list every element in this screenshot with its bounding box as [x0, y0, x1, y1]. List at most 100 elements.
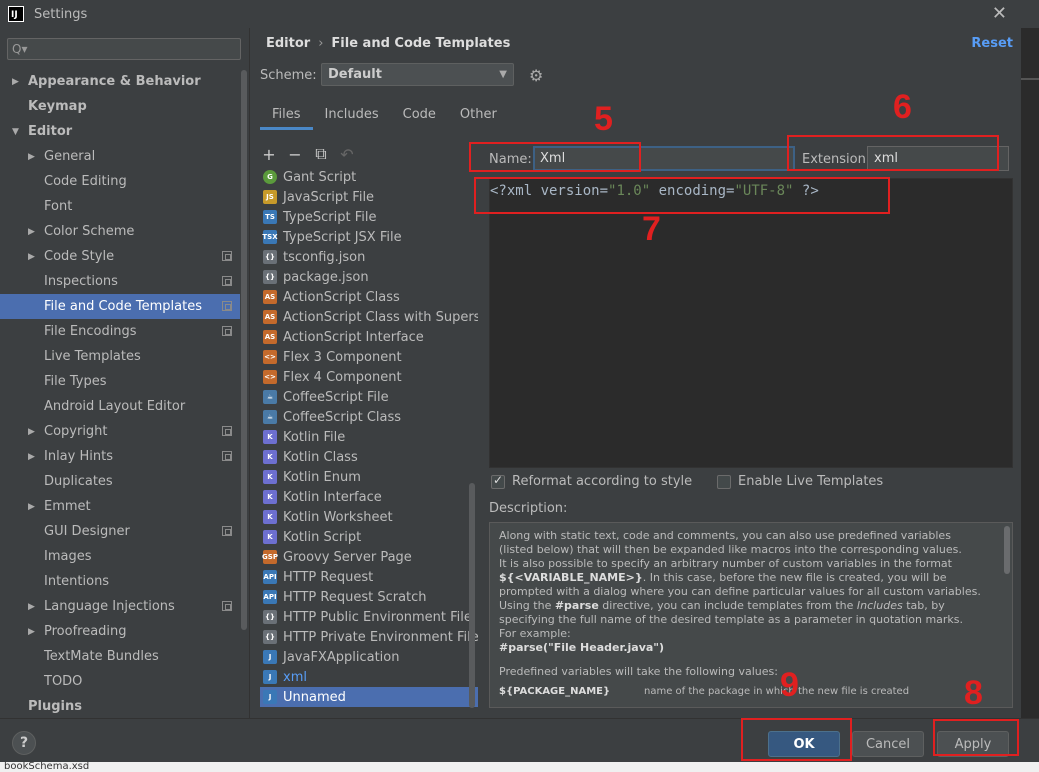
sidebar-item-inspections[interactable]: Inspections	[0, 269, 240, 294]
collapsed-arrow-icon[interactable]: ▶	[28, 227, 35, 237]
sidebar-item-textmate-bundles[interactable]: TextMate Bundles	[0, 644, 240, 669]
list-item[interactable]: {} HTTP Public Environment File	[260, 607, 478, 627]
list-item[interactable]: GSP Groovy Server Page	[260, 547, 478, 567]
sidebar-item-file-types[interactable]: File Types	[0, 369, 240, 394]
list-item[interactable]: API HTTP Request Scratch	[260, 587, 478, 607]
list-item[interactable]: K Kotlin Interface	[260, 487, 478, 507]
description-scrollbar[interactable]	[1004, 526, 1010, 574]
reformat-checkbox[interactable]	[491, 473, 505, 489]
live-templates-checkbox[interactable]	[717, 474, 731, 489]
sidebar-item-appearance-behavior[interactable]: ▶ Appearance & Behavior	[0, 69, 240, 94]
scheme-dropdown[interactable]: Default ▼	[321, 63, 514, 86]
list-item[interactable]: {} HTTP Private Environment File	[260, 627, 478, 647]
sidebar-item-code-style[interactable]: ▶ Code Style	[0, 244, 240, 269]
file-type-icon: G	[263, 170, 277, 184]
reformat-checkbox-row[interactable]: Reformat according to style	[491, 473, 692, 489]
collapsed-arrow-icon[interactable]: ▶	[28, 502, 35, 512]
cancel-button[interactable]: Cancel	[852, 731, 924, 757]
sidebar-item-keymap[interactable]: Keymap	[0, 94, 240, 119]
list-item[interactable]: {} package.json	[260, 267, 478, 287]
file-type-icon: K	[263, 530, 277, 544]
list-item[interactable]: J Unnamed	[260, 687, 478, 707]
sidebar-item-duplicates[interactable]: Duplicates	[0, 469, 240, 494]
list-item[interactable]: K Kotlin Worksheet	[260, 507, 478, 527]
description-line: prompted with a dialog where you can def…	[499, 585, 981, 598]
sidebar-item-todo[interactable]: TODO	[0, 669, 240, 694]
sidebar-item-label: File Types	[44, 374, 107, 389]
reset-link[interactable]: Reset	[971, 36, 1013, 51]
project-scope-icon	[222, 426, 232, 436]
list-item[interactable]: API HTTP Request	[260, 567, 478, 587]
list-item[interactable]: TSX TypeScript JSX File	[260, 227, 478, 247]
sidebar-item-plugins[interactable]: Plugins	[0, 694, 240, 719]
list-item[interactable]: K Kotlin Enum	[260, 467, 478, 487]
live-templates-checkbox-row[interactable]: Enable Live Templates	[717, 474, 883, 489]
list-item[interactable]: J JavaFXApplication	[260, 647, 478, 667]
sidebar-scrollbar[interactable]	[241, 70, 247, 630]
sidebar-item-copyright[interactable]: ▶ Copyright	[0, 419, 240, 444]
list-item[interactable]: G Gant Script	[260, 167, 478, 187]
tab-code[interactable]: Code	[391, 106, 448, 130]
list-item[interactable]: AS ActionScript Interface	[260, 327, 478, 347]
collapsed-arrow-icon[interactable]: ▶	[28, 427, 35, 437]
sidebar-item-language-injections[interactable]: ▶ Language Injections	[0, 594, 240, 619]
close-icon[interactable]: ✕	[992, 3, 1007, 24]
collapsed-arrow-icon[interactable]: ▶	[28, 602, 35, 612]
gear-icon[interactable]: ⚙	[529, 66, 543, 85]
list-item[interactable]: TS TypeScript File	[260, 207, 478, 227]
sidebar-item-emmet[interactable]: ▶ Emmet	[0, 494, 240, 519]
template-list-scrollbar[interactable]	[469, 483, 475, 708]
tab-includes[interactable]: Includes	[313, 106, 391, 130]
help-icon[interactable]: ?	[12, 731, 36, 755]
list-item[interactable]: {} tsconfig.json	[260, 247, 478, 267]
sidebar-item-file-encodings[interactable]: File Encodings	[0, 319, 240, 344]
collapsed-arrow-icon[interactable]: ▶	[28, 452, 35, 462]
sidebar-item-editor[interactable]: ▼ Editor	[0, 119, 240, 144]
template-name: Flex 3 Component	[283, 349, 402, 365]
sidebar-item-general[interactable]: ▶ General	[0, 144, 240, 169]
expanded-arrow-icon[interactable]: ▼	[12, 127, 19, 137]
sidebar-item-android-layout-editor[interactable]: Android Layout Editor	[0, 394, 240, 419]
sidebar-item-proofreading[interactable]: ▶ Proofreading	[0, 619, 240, 644]
list-item[interactable]: Jxml	[260, 667, 478, 687]
sidebar-item-intentions[interactable]: Intentions	[0, 569, 240, 594]
template-editor[interactable]: <?xml version="1.0" encoding="UTF-8" ?>	[489, 178, 1013, 468]
collapsed-arrow-icon[interactable]: ▶	[28, 627, 35, 637]
sidebar-item-images[interactable]: Images	[0, 544, 240, 569]
reset-icon[interactable]: ↶	[339, 145, 355, 164]
list-item[interactable]: JS JavaScript File	[260, 187, 478, 207]
sidebar-item-label: Proofreading	[44, 624, 127, 639]
description-line: specifying the full name of the desired …	[499, 613, 964, 626]
sidebar-item-file-and-code-templates[interactable]: File and Code Templates	[0, 294, 240, 319]
sidebar-item-font[interactable]: Font	[0, 194, 240, 219]
tab-other[interactable]: Other	[448, 106, 509, 130]
list-item[interactable]: ☕ CoffeeScript Class	[260, 407, 478, 427]
add-icon[interactable]: +	[261, 145, 277, 164]
list-item[interactable]: <> Flex 3 Component	[260, 347, 478, 367]
collapsed-arrow-icon[interactable]: ▶	[12, 77, 19, 87]
sidebar-item-inlay-hints[interactable]: ▶ Inlay Hints	[0, 444, 240, 469]
tab-files[interactable]: Files	[260, 106, 313, 130]
description-text: directive, you can include templates fro…	[598, 599, 857, 612]
sidebar-item-gui-designer[interactable]: GUI Designer	[0, 519, 240, 544]
list-item[interactable]: K Kotlin Class	[260, 447, 478, 467]
list-item[interactable]: K Kotlin File	[260, 427, 478, 447]
settings-search-input[interactable]: Q▾	[7, 38, 241, 60]
list-item[interactable]: AS ActionScript Class with Supers	[260, 307, 478, 327]
list-item[interactable]: K Kotlin Script	[260, 527, 478, 547]
sidebar-item-live-templates[interactable]: Live Templates	[0, 344, 240, 369]
sidebar-item-label: Duplicates	[44, 474, 113, 489]
remove-icon[interactable]: −	[287, 145, 303, 164]
list-item[interactable]: <> Flex 4 Component	[260, 367, 478, 387]
collapsed-arrow-icon[interactable]: ▶	[28, 152, 35, 162]
sidebar-item-label: Plugins	[28, 699, 82, 714]
list-item[interactable]: ☕ CoffeeScript File	[260, 387, 478, 407]
project-scope-icon	[222, 526, 232, 536]
sidebar-item-label: Android Layout Editor	[44, 399, 186, 414]
sidebar-item-color-scheme[interactable]: ▶ Color Scheme	[0, 219, 240, 244]
copy-icon[interactable]: ⧉	[313, 144, 329, 164]
list-item[interactable]: AS ActionScript Class	[260, 287, 478, 307]
collapsed-arrow-icon[interactable]: ▶	[28, 252, 35, 262]
sidebar-item-code-editing[interactable]: Code Editing	[0, 169, 240, 194]
annotation-box-8	[933, 719, 1019, 756]
